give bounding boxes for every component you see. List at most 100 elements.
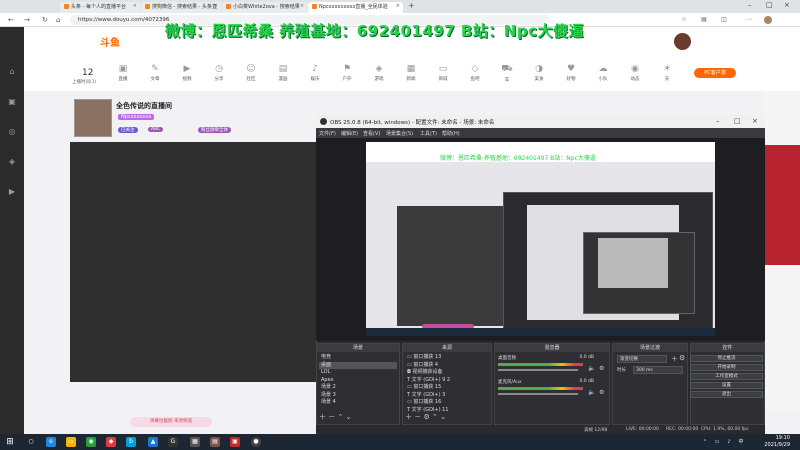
back-icon[interactable]: ←: [8, 16, 14, 24]
follow-badge[interactable]: 已关注: [118, 127, 138, 133]
volume-fader[interactable]: [498, 393, 578, 395]
down-icon[interactable]: ⌄: [346, 413, 352, 421]
speaker-icon[interactable]: 🔈: [588, 389, 595, 396]
forward-icon[interactable]: →: [24, 16, 30, 24]
edge-icon[interactable]: e: [46, 437, 56, 447]
category-item[interactable]: ♪ 娱乐: [300, 64, 330, 82]
category-item[interactable]: ☁ 小队: [588, 64, 618, 82]
category-item[interactable]: ⚑ 户外: [332, 64, 362, 82]
category-item[interactable]: ▣ 直播: [108, 64, 138, 82]
bilibili-icon[interactable]: b: [126, 437, 136, 447]
exit-button[interactable]: 退出: [690, 391, 763, 398]
menu-edit[interactable]: 编辑(E): [341, 130, 358, 137]
maximize-icon[interactable]: □: [734, 117, 741, 125]
category-item[interactable]: ◈ 游戏: [364, 64, 394, 82]
menu-scene-collection[interactable]: 场景集合(S): [386, 130, 413, 137]
nav-video[interactable]: ▶: [2, 187, 22, 205]
scene-item[interactable]: 桌面: [319, 361, 397, 369]
volume-fader[interactable]: [498, 369, 578, 371]
category-item[interactable]: ◉ 动态: [620, 64, 650, 82]
promo-banner[interactable]: [764, 145, 800, 265]
category-item[interactable]: ▶ 视频: [172, 64, 202, 82]
pc-client-button[interactable]: PC客户端: [694, 68, 736, 78]
category-item[interactable]: ☺ 社区: [236, 64, 266, 82]
nav-category[interactable]: ◎: [2, 127, 22, 145]
duration-input[interactable]: 300 ms: [633, 366, 683, 374]
scene-item[interactable]: 场景 4: [319, 399, 397, 407]
new-tab-icon[interactable]: +: [408, 1, 415, 10]
app-gray-icon[interactable]: ▦: [190, 437, 200, 447]
wechat-icon[interactable]: ◉: [86, 437, 96, 447]
collections-icon[interactable]: ▤: [700, 16, 708, 24]
close-icon[interactable]: ×: [396, 3, 400, 9]
scene-item[interactable]: LOL: [319, 369, 397, 377]
app-red2-icon[interactable]: ▣: [230, 437, 240, 447]
category-item[interactable]: ◑ 美食: [524, 64, 554, 82]
down-icon[interactable]: ⌄: [440, 413, 446, 421]
category-item[interactable]: ▤ 漫画: [268, 64, 298, 82]
network-icon[interactable]: ▭: [712, 437, 722, 447]
close-icon[interactable]: ×: [214, 3, 218, 9]
source-item[interactable]: ▭ 窗口捕获 15: [405, 384, 491, 392]
gear-icon[interactable]: ⚙: [679, 354, 685, 362]
transition-select[interactable]: 渐变切换: [617, 355, 667, 363]
source-item[interactable]: T 文字 (GDI+) 3: [405, 392, 491, 400]
profile-icon[interactable]: [764, 16, 772, 24]
obs-taskbar-icon[interactable]: ●: [251, 437, 261, 447]
tab-1[interactable]: 头条 - 每个人的直播平台 ×: [60, 2, 140, 13]
fan-badge[interactable]: 粉丝勋章全体: [198, 127, 231, 133]
streamer-name[interactable]: Npcxxxxxxx: [118, 114, 155, 120]
nav-game[interactable]: ◈: [2, 157, 22, 175]
menu-view[interactable]: 查看(V): [363, 130, 380, 137]
extensions-icon[interactable]: ◫: [720, 16, 728, 24]
category-item[interactable]: ▭ 商城: [428, 64, 458, 82]
source-item[interactable]: ◘ 视频捕获设备: [405, 369, 491, 377]
category-item[interactable]: ◇ 鱼吧: [460, 64, 490, 82]
close-window-icon[interactable]: ×: [784, 1, 790, 9]
gear-icon[interactable]: ⚙: [599, 365, 604, 372]
remove-icon[interactable]: －: [328, 413, 335, 421]
minimize-icon[interactable]: –: [748, 1, 752, 9]
studio-mode-button[interactable]: 工作室模式: [690, 373, 763, 380]
settings-button[interactable]: 设置: [690, 382, 763, 389]
app-dark-icon[interactable]: G: [168, 437, 178, 447]
scene-item[interactable]: 场景 3: [319, 392, 397, 400]
tab-2[interactable]: 搜狗微信 - 搜索结果 - 头条直 ×: [141, 2, 221, 13]
taskbar-clock[interactable]: 19:10 2021/9/29: [750, 435, 790, 448]
start-recording-button[interactable]: 开始录制: [690, 364, 763, 371]
stop-streaming-button[interactable]: 停止推流: [690, 355, 763, 362]
scene-item[interactable]: 场景 2: [319, 384, 397, 392]
close-icon[interactable]: ×: [752, 117, 758, 125]
category-item[interactable]: ☀ 天: [652, 64, 682, 82]
close-icon[interactable]: ×: [133, 3, 137, 9]
search-icon[interactable]: ○: [26, 437, 36, 447]
tab-3[interactable]: 小白菜White2ova - 搜索结果 ×: [222, 2, 307, 13]
up-icon[interactable]: ⌃: [337, 413, 343, 421]
gear-icon[interactable]: ⚙: [599, 389, 604, 396]
category-item[interactable]: ▦ 新闻: [396, 64, 426, 82]
category-item[interactable]: ⛟ 车: [492, 64, 522, 83]
minimize-icon[interactable]: –: [716, 117, 720, 125]
add-icon[interactable]: ＋: [319, 413, 326, 421]
volume-icon[interactable]: ♪: [724, 437, 734, 447]
folder-icon[interactable]: ▭: [66, 437, 76, 447]
app-red-icon[interactable]: ◆: [106, 437, 116, 447]
menu-file[interactable]: 文件(F): [319, 130, 336, 137]
windows-start-icon[interactable]: ⊞: [5, 437, 15, 447]
favorites-icon[interactable]: ☆: [680, 16, 688, 24]
close-icon[interactable]: ×: [300, 3, 304, 9]
ime-icon[interactable]: 中: [736, 437, 746, 447]
menu-help[interactable]: 帮助(H): [442, 130, 460, 137]
add-icon[interactable]: ＋: [405, 413, 412, 421]
up-icon[interactable]: ⌃: [432, 413, 438, 421]
source-item[interactable]: ▭ 窗口捕获 4: [405, 362, 491, 370]
home-icon[interactable]: ⌂: [56, 16, 60, 24]
nav-home[interactable]: ⌂: [2, 67, 22, 85]
tab-4[interactable]: Npcxxxxxxxxx直播_全民体验 ×: [308, 2, 403, 13]
tray-arrow-icon[interactable]: ⌃: [700, 437, 710, 447]
settings-icon[interactable]: ⋯: [745, 16, 753, 24]
gear-icon[interactable]: ⚙: [423, 413, 429, 421]
scene-item[interactable]: 电竞: [319, 354, 397, 362]
speaker-icon[interactable]: 🔈: [588, 365, 595, 372]
category-item[interactable]: ◷ 分享: [204, 64, 234, 82]
